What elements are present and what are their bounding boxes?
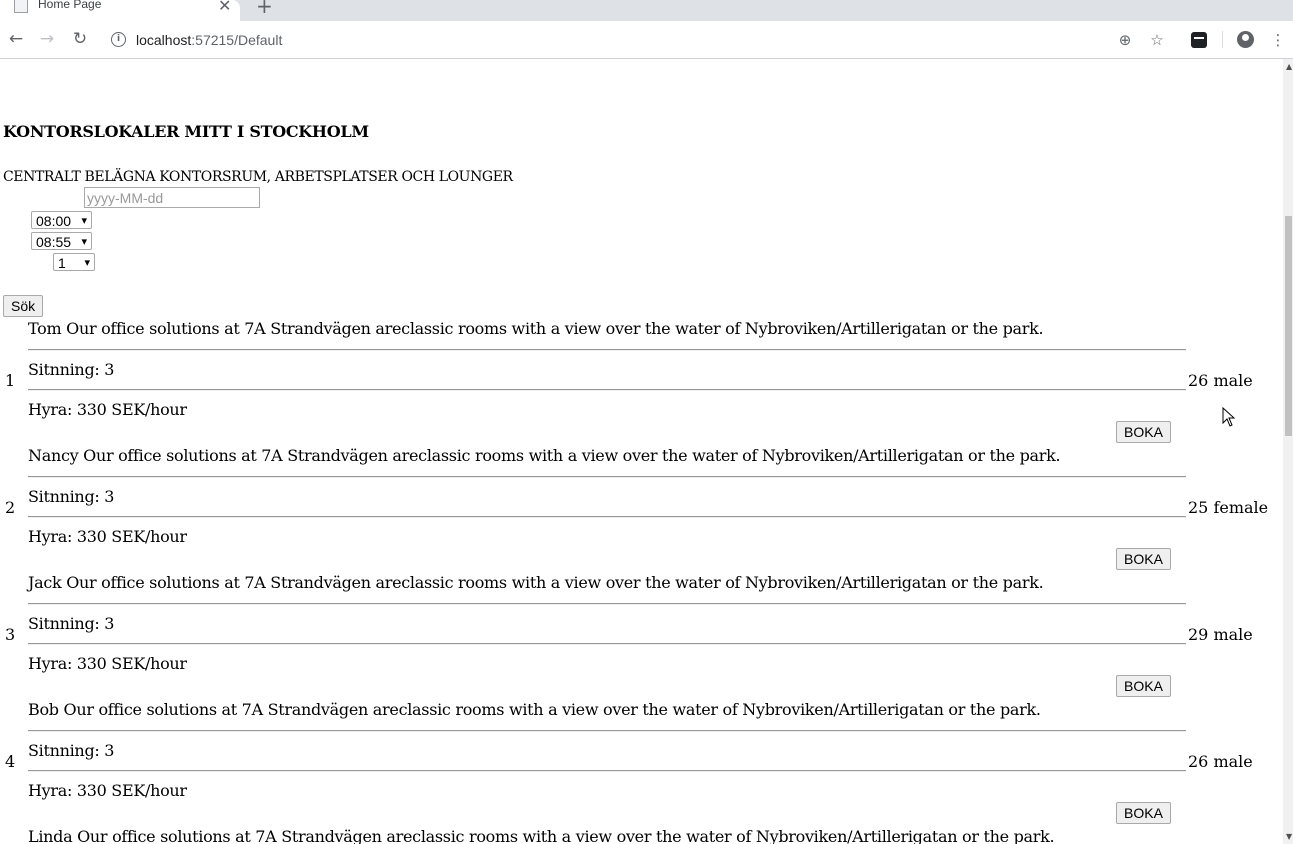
count-select[interactable]: 1 <box>53 253 95 272</box>
row-description: Bob Our office solutions at 7A Strandväg… <box>28 700 1041 719</box>
row-number: 2 <box>5 498 16 517</box>
row-divider <box>28 389 1186 391</box>
forward-icon[interactable]: → <box>37 29 57 49</box>
scrollbar-thumb[interactable] <box>1285 216 1292 436</box>
row-rent: Hyra: 330 SEK/hour <box>28 654 187 673</box>
toolbar-divider <box>1222 31 1223 48</box>
row-seating: Sitnning: 3 <box>28 487 115 506</box>
page-scrollbar[interactable] <box>1283 59 1293 844</box>
row-number: 3 <box>5 625 16 644</box>
url-path: :57215/Default <box>191 32 283 48</box>
row-age-gender: 25 female <box>1188 498 1269 517</box>
reload-icon[interactable]: ↻ <box>70 29 90 49</box>
row-rent: Hyra: 330 SEK/hour <box>28 400 187 419</box>
book-button[interactable]: BOKA <box>1116 421 1171 443</box>
page-icon <box>14 0 28 13</box>
row-rent: Hyra: 330 SEK/hour <box>28 781 187 800</box>
row-age-gender: 26 male <box>1188 752 1253 771</box>
extension-icon[interactable] <box>1191 32 1207 48</box>
star-icon[interactable]: ☆ <box>1147 30 1167 50</box>
zoom-icon[interactable]: ⊕ <box>1115 30 1135 50</box>
url-host: localhost <box>136 32 192 48</box>
row-number: 4 <box>5 752 16 771</box>
row-divider <box>28 603 1186 605</box>
tab-title: Home Page <box>38 0 102 11</box>
mouse-cursor-icon <box>1222 407 1236 427</box>
search-button[interactable]: Sök <box>3 295 44 317</box>
page-content: KONTORSLOKALER MITT I STOCKHOLM CENTRALT… <box>0 59 1283 844</box>
page-title: KONTORSLOKALER MITT I STOCKHOLM <box>3 122 369 141</box>
row-rent: Hyra: 330 SEK/hour <box>28 527 187 546</box>
row-description: Linda Our office solutions at 7A Strandv… <box>28 827 1055 844</box>
back-icon[interactable]: ← <box>6 29 26 49</box>
row-divider <box>28 476 1186 478</box>
browser-toolbar: ← → ↻ i localhost:57215/Default ⊕ ☆ <box>0 21 1293 59</box>
scroll-up-icon[interactable]: ▲ <box>1286 62 1292 71</box>
row-number: 1 <box>5 371 16 390</box>
menu-icon[interactable]: ⋮ <box>1268 30 1288 50</box>
row-seating: Sitnning: 3 <box>28 360 115 379</box>
row-divider <box>28 730 1186 732</box>
end-time-select[interactable]: 08:55 <box>31 232 92 251</box>
row-divider <box>28 349 1186 351</box>
address-bar[interactable]: localhost:57215/Default <box>136 32 282 48</box>
book-button[interactable]: BOKA <box>1116 548 1171 570</box>
row-description: Nancy Our office solutions at 7A Strandv… <box>28 446 1061 465</box>
row-divider <box>28 643 1186 645</box>
row-description: Jack Our office solutions at 7A Strandvä… <box>28 573 1044 592</box>
book-button[interactable]: BOKA <box>1116 675 1171 697</box>
new-tab-icon[interactable]: + <box>256 0 273 18</box>
row-seating: Sitnning: 3 <box>28 614 115 633</box>
browser-tab[interactable]: Home Page ✕ <box>0 0 240 21</box>
close-icon[interactable]: ✕ <box>218 0 231 15</box>
tab-strip: Home Page ✕ + <box>0 0 1293 21</box>
page-subtitle: CENTRALT BELÄGNA KONTORSRUM, ARBETSPLATS… <box>3 169 513 185</box>
row-divider <box>28 770 1186 772</box>
row-divider <box>28 516 1186 518</box>
date-input[interactable] <box>84 187 260 208</box>
book-button[interactable]: BOKA <box>1116 802 1171 824</box>
start-time-select[interactable]: 08:00 <box>31 211 92 230</box>
row-age-gender: 26 male <box>1188 371 1253 390</box>
row-seating: Sitnning: 3 <box>28 741 115 760</box>
info-icon[interactable]: i <box>111 32 126 47</box>
scroll-down-icon[interactable]: ▼ <box>1286 832 1292 841</box>
row-age-gender: 29 male <box>1188 625 1253 644</box>
row-description: Tom Our office solutions at 7A Strandväg… <box>28 319 1044 338</box>
profile-icon[interactable] <box>1237 31 1254 48</box>
